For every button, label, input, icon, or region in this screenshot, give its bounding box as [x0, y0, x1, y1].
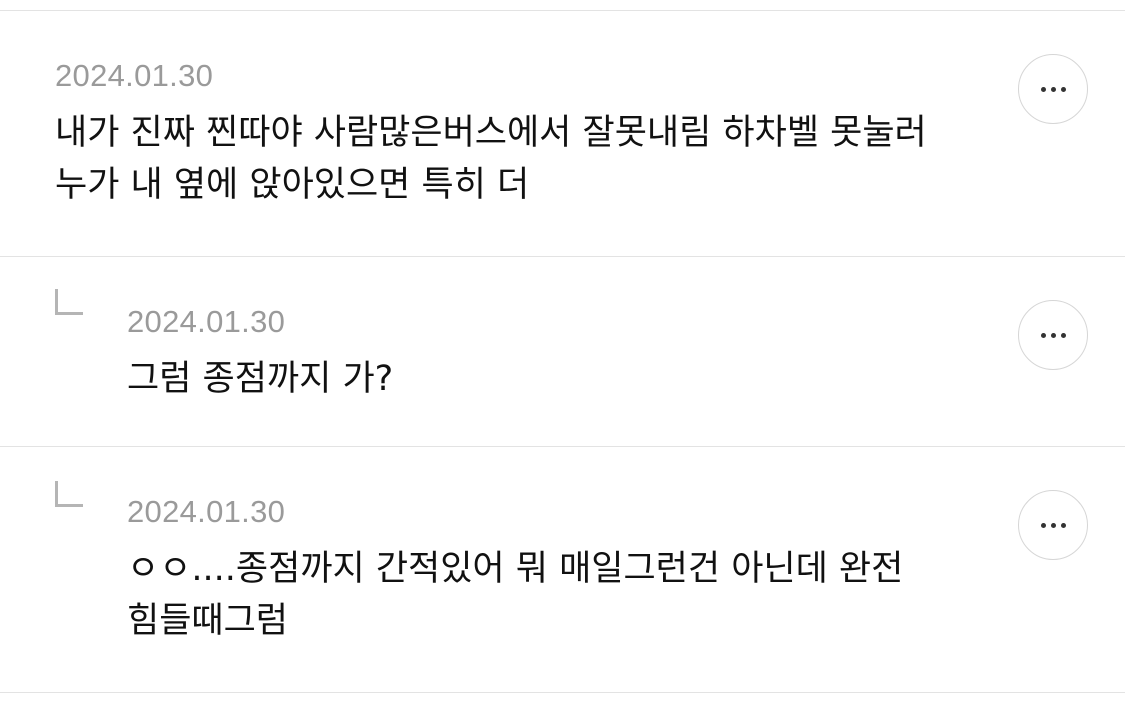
- comment-item: 2024.01.30 내가 진짜 찐따야 사람많은버스에서 잘못내림 하차벨 못…: [0, 11, 1125, 256]
- reply-arrow-icon: [55, 481, 83, 507]
- comment-text: 내가 진짜 찐따야 사람많은버스에서 잘못내림 하차벨 못눌러 누가 내 옆에 …: [55, 113, 927, 205]
- comment-date: 2024.01.30: [55, 58, 214, 93]
- reply-item: 2024.01.30 그럼 종점까지 가?: [0, 257, 1125, 446]
- reply-text: ㅇㅇ....종점까지 간적있어 뭐 매일그런건 아닌데 완전 힘들때그럼: [127, 549, 904, 641]
- more-options-button[interactable]: [1018, 300, 1088, 370]
- reply-text: 그럼 종점까지 가?: [127, 359, 394, 399]
- more-horizontal-icon: [1040, 86, 1066, 92]
- more-options-button[interactable]: [1018, 490, 1088, 560]
- more-options-button[interactable]: [1018, 54, 1088, 124]
- reply-date: 2024.01.30: [127, 494, 286, 529]
- more-horizontal-icon: [1040, 332, 1066, 338]
- reply-item: 2024.01.30 ㅇㅇ....종점까지 간적있어 뭐 매일그런건 아닌데 완…: [0, 447, 1125, 692]
- reply-date: 2024.01.30: [127, 304, 286, 339]
- reply-arrow-icon: [55, 289, 83, 315]
- more-horizontal-icon: [1040, 522, 1066, 528]
- bottom-divider: [0, 692, 1125, 693]
